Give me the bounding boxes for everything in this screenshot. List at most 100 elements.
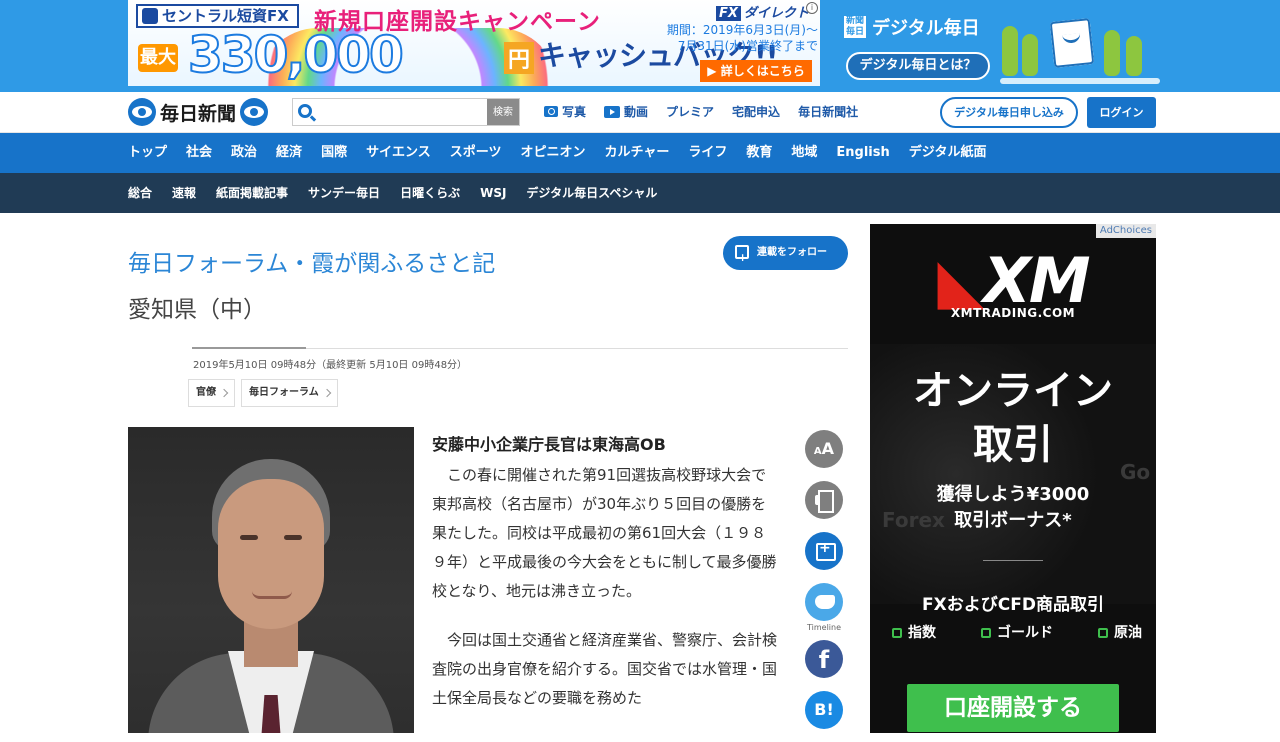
article-paragraph: 今回は国土交通省と経済産業省、警察庁、会計検査院の出身官僚を紹介する。国交省では… bbox=[432, 631, 778, 707]
play-icon bbox=[604, 105, 621, 118]
search-icon bbox=[298, 104, 312, 118]
fx-box: FX bbox=[716, 6, 741, 21]
video-link[interactable]: 動画 bbox=[604, 103, 648, 120]
follow-series-button[interactable]: 連載をフォロー bbox=[723, 236, 848, 275]
ad-detail-button[interactable]: ▶ 詳しくはこちら bbox=[700, 60, 812, 82]
login-button[interactable]: ログイン bbox=[1087, 97, 1156, 128]
divider bbox=[306, 348, 848, 349]
category-gold-label: ゴールド bbox=[997, 625, 1053, 641]
tag-mainichi-forum[interactable]: 毎日フォーラム bbox=[241, 379, 338, 407]
ad-headline-line2: 取引 bbox=[973, 422, 1053, 468]
site-header: 毎日新聞 検索 写真 動画 プレミア 宅配申込 毎日新聞社 デジタル毎日申し込み… bbox=[0, 92, 1280, 133]
article-heading: 安藤中小企業庁長官は東海高OB bbox=[432, 435, 666, 454]
nav-item-top[interactable]: トップ bbox=[128, 133, 167, 173]
xm-side-ad[interactable]: AdChoices ◣XM XMTRADING.COM Forex Go オンラ… bbox=[870, 224, 1156, 733]
nav-item-digital-paper[interactable]: デジタル紙面 bbox=[909, 133, 987, 173]
mainichi-logo[interactable]: 毎日新聞 bbox=[128, 98, 269, 126]
nav-item-society[interactable]: 社会 bbox=[186, 133, 212, 173]
share-toolbar: AA Timeline f B! bbox=[805, 430, 845, 742]
xm-url: XMTRADING.COM bbox=[950, 306, 1076, 320]
oil-drop-icon bbox=[1098, 628, 1108, 638]
subscribe-button[interactable]: デジタル毎日申し込み bbox=[940, 97, 1078, 128]
font-size-button[interactable]: AA bbox=[805, 430, 843, 468]
tree-icon bbox=[1022, 34, 1038, 76]
open-account-button[interactable]: 口座開設する bbox=[907, 684, 1119, 732]
nav-item-economy[interactable]: 経済 bbox=[276, 133, 302, 173]
ad-headline-line1: オンライン bbox=[913, 368, 1113, 414]
subnav-item-nichiyo[interactable]: 日曜くらぶ bbox=[400, 173, 460, 213]
photo-face bbox=[218, 479, 324, 629]
nav-item-science[interactable]: サイエンス bbox=[366, 133, 431, 173]
digital-mainichi-logo[interactable]: 新聞 毎日 デジタル毎日 bbox=[844, 14, 980, 40]
tree-icon bbox=[1126, 36, 1142, 76]
ad-period-line1: 期間：2019年6月3日(月)～ bbox=[666, 23, 818, 37]
mascot-icon bbox=[1049, 18, 1095, 68]
nav-item-life[interactable]: ライフ bbox=[688, 133, 727, 173]
divider bbox=[192, 347, 306, 349]
video-link-label: 動画 bbox=[624, 105, 649, 119]
ad-amount: 330,000 bbox=[187, 25, 405, 85]
primary-nav: トップ 社会 政治 経済 国際 サイエンス スポーツ オピニオン カルチャー ラ… bbox=[0, 133, 1280, 173]
ad-bonus: 獲得しよう¥3000 取引ボーナス* bbox=[870, 482, 1156, 534]
search-box: 検索 bbox=[292, 98, 520, 126]
category-index-label: 指数 bbox=[908, 625, 936, 641]
company-link[interactable]: 毎日新聞社 bbox=[798, 103, 858, 120]
ad-info-icon[interactable]: i bbox=[806, 2, 818, 14]
twitter-icon[interactable] bbox=[805, 583, 843, 621]
facebook-icon[interactable]: f bbox=[805, 640, 843, 678]
logo-text: 毎日新聞 bbox=[160, 102, 237, 125]
nav-item-sports[interactable]: スポーツ bbox=[450, 133, 502, 173]
digital-mainichi-title: デジタル毎日 bbox=[872, 18, 980, 39]
subnav-item-special[interactable]: デジタル毎日スペシャル bbox=[526, 173, 657, 213]
nav-item-region[interactable]: 地域 bbox=[791, 133, 817, 173]
subnav-item-wsj[interactable]: WSJ bbox=[480, 173, 506, 213]
subnav-item-breaking[interactable]: 速報 bbox=[172, 173, 196, 213]
nav-item-international[interactable]: 国際 bbox=[321, 133, 347, 173]
fx-direct-text: ダイレクト bbox=[743, 6, 809, 21]
tree-icon bbox=[1104, 30, 1120, 76]
digital-mainichi-about-button[interactable]: デジタル毎日とは？ bbox=[846, 52, 990, 80]
category-oil-label: 原油 bbox=[1114, 625, 1142, 641]
fx-direct-logo: FX ダイレクト bbox=[716, 2, 809, 21]
nav-item-education[interactable]: 教育 bbox=[746, 133, 772, 173]
category-oil: 原油 bbox=[1098, 622, 1142, 642]
ad-brand-text: セントラル短資FX bbox=[162, 7, 289, 25]
photo-link-label: 写真 bbox=[562, 105, 587, 119]
adchoices-badge[interactable]: AdChoices bbox=[1095, 224, 1156, 238]
search-button[interactable]: 検索 bbox=[487, 99, 519, 125]
tree-icon bbox=[1002, 26, 1018, 76]
nav-item-english[interactable]: English bbox=[836, 133, 889, 173]
ad-yen: 円 bbox=[504, 42, 535, 74]
tag-list: 官僚 毎日フォーラム bbox=[188, 379, 338, 407]
ad-bonus-line1: 獲得しよう¥3000 bbox=[936, 484, 1090, 505]
tag-bureaucrat[interactable]: 官僚 bbox=[188, 379, 235, 407]
header-links: 写真 動画 プレミア 宅配申込 毎日新聞社 bbox=[544, 103, 858, 120]
series-title[interactable]: 毎日フォーラム・霞が関ふるさと記 bbox=[128, 244, 495, 278]
premier-link[interactable]: プレミア bbox=[666, 103, 714, 120]
follow-label: 連載をフォロー bbox=[757, 247, 827, 258]
add-to-list-icon[interactable] bbox=[805, 532, 843, 570]
nav-item-culture[interactable]: カルチャー bbox=[604, 133, 669, 173]
delivery-link[interactable]: 宅配申込 bbox=[732, 103, 780, 120]
font-large-glyph: A bbox=[821, 439, 835, 458]
ad-period: 期間：2019年6月3日(月)～ 7月31日(水)営業終了まで bbox=[648, 22, 818, 54]
subnav-item-sunday[interactable]: サンデー毎日 bbox=[308, 173, 380, 213]
subnav-item-print[interactable]: 紙面掲載記事 bbox=[216, 173, 288, 213]
hatena-bookmark-icon[interactable]: B! bbox=[805, 691, 843, 729]
brand-logo-icon bbox=[142, 8, 158, 24]
article-paragraph: この春に開催された第91回選抜高校野球大会で東邦高校（名古屋市）が30年ぶり５回… bbox=[432, 466, 777, 600]
ad-products: FXおよびCFD商品取引 bbox=[922, 595, 1104, 615]
ad-categories: 指数 ゴールド 原油 bbox=[892, 622, 1142, 642]
search-input[interactable] bbox=[317, 101, 487, 123]
digital-mainichi-promo: 新聞 毎日 デジタル毎日 デジタル毎日とは？ bbox=[844, 14, 990, 80]
photo-link[interactable]: 写真 bbox=[544, 103, 586, 120]
fx-campaign-ad[interactable]: セントラル短資FX 新規口座開設キャンペーン 最大 330,000 円 キャッシ… bbox=[128, 0, 820, 86]
subnav-item-general[interactable]: 総合 bbox=[128, 173, 152, 213]
mainichi-mini-logo-icon: 新聞 毎日 bbox=[844, 16, 866, 38]
ad-max-label: 最大 bbox=[138, 44, 178, 72]
nav-item-politics[interactable]: 政治 bbox=[231, 133, 257, 173]
nav-item-opinion[interactable]: オピニオン bbox=[520, 133, 585, 173]
mascot-illustration bbox=[1000, 12, 1160, 84]
publish-date: 2019年5月10日 09時48分（最終更新 5月10日 09時48分） bbox=[193, 360, 468, 371]
print-icon[interactable] bbox=[805, 481, 843, 519]
